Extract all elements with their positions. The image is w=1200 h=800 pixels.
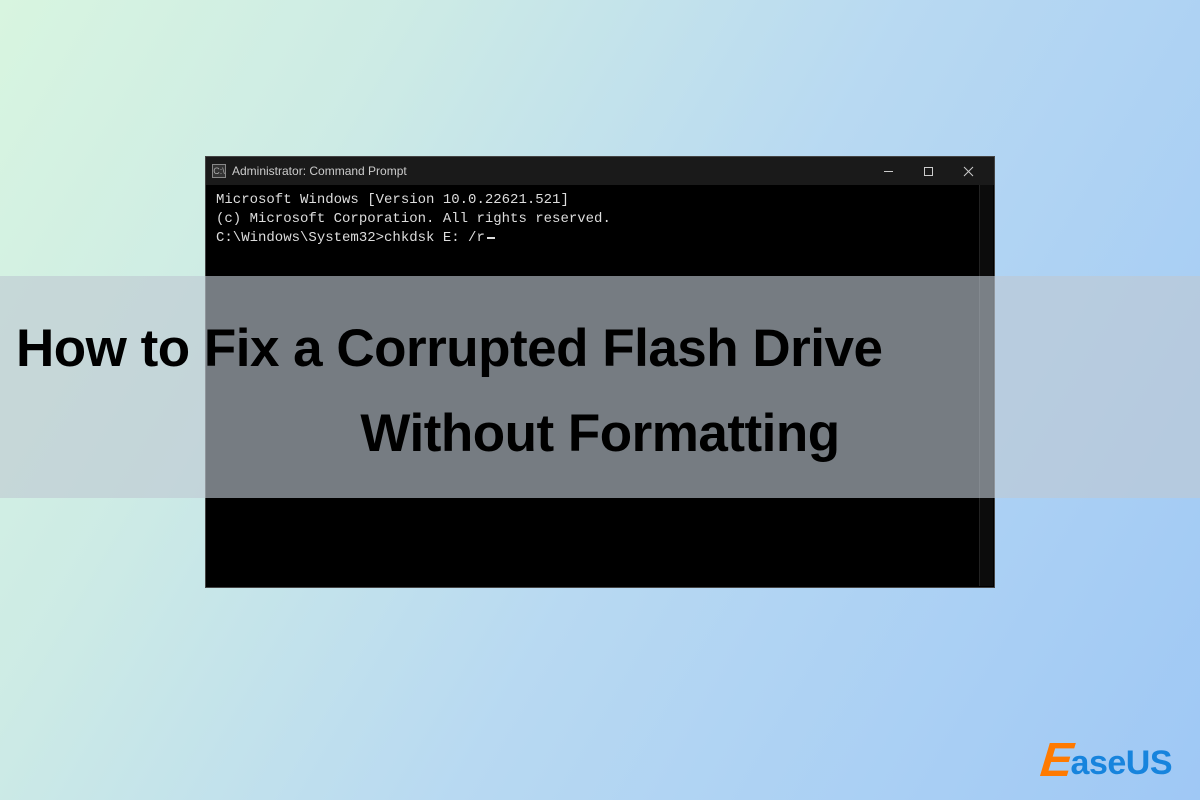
close-icon: [963, 166, 974, 177]
terminal-line: Microsoft Windows [Version 10.0.22621.52…: [216, 191, 984, 210]
headline-overlay: How to Fix a Corrupted Flash Drive Witho…: [0, 276, 1200, 498]
maximize-button[interactable]: [908, 159, 948, 183]
minimize-button[interactable]: [868, 159, 908, 183]
titlebar[interactable]: C:\ Administrator: Command Prompt: [206, 157, 994, 185]
easeus-logo: E aseUS: [1041, 731, 1172, 786]
titlebar-left: C:\ Administrator: Command Prompt: [212, 164, 407, 178]
titlebar-buttons: [868, 159, 988, 183]
terminal-prompt-line: C:\Windows\System32>chkdsk E: /r: [216, 229, 984, 248]
terminal-content[interactable]: Microsoft Windows [Version 10.0.22621.52…: [206, 185, 994, 254]
maximize-icon: [923, 166, 934, 177]
cmd-icon: C:\: [212, 164, 226, 178]
headline-line-1: How to Fix a Corrupted Flash Drive: [0, 318, 1200, 379]
headline-line-2: Without Formatting: [0, 403, 1200, 464]
close-button[interactable]: [948, 159, 988, 183]
minimize-icon: [883, 166, 894, 177]
window-title: Administrator: Command Prompt: [232, 164, 407, 178]
logo-first-letter: E: [1037, 733, 1075, 788]
cursor: [487, 237, 495, 239]
logo-text: aseUS: [1071, 744, 1172, 783]
terminal-line: (c) Microsoft Corporation. All rights re…: [216, 210, 984, 229]
